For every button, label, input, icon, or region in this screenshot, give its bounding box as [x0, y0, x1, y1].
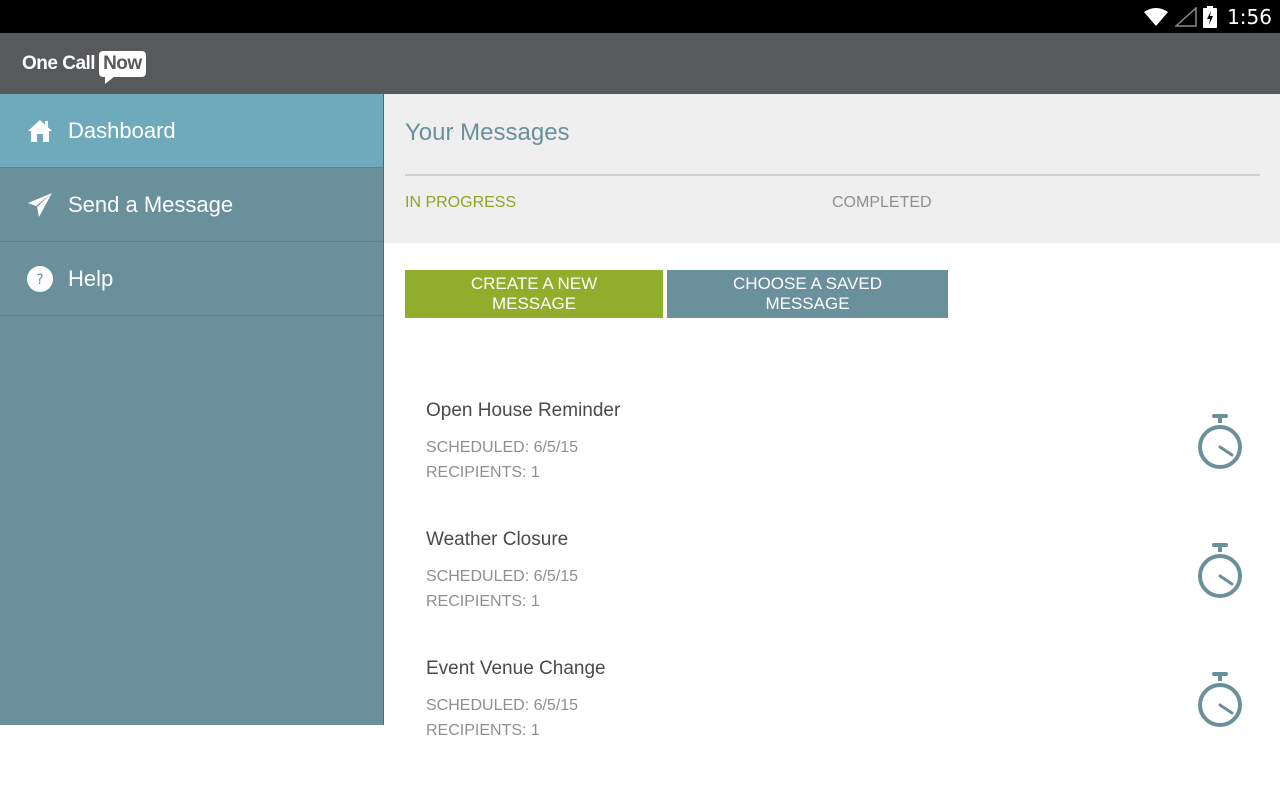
paper-plane-icon — [26, 191, 54, 219]
status-clock: 1:56 — [1227, 4, 1272, 29]
message-title: Open House Reminder — [426, 400, 621, 421]
message-scheduled: SCHEDULED: 6/5/15 — [426, 439, 579, 456]
header-divider — [405, 174, 1260, 176]
choose-saved-message-button[interactable]: CHOOSE A SAVED MESSAGE — [667, 270, 948, 318]
stopwatch-icon — [1196, 414, 1244, 472]
help-icon: ? — [26, 265, 54, 293]
main-content: Your Messages IN PROGRESS COMPLETED CREA… — [383, 94, 1280, 739]
sidebar-item-label: Help — [68, 265, 114, 291]
message-recipients: RECIPIENTS: 1 — [426, 464, 540, 481]
sidebar-item-label: Send a Message — [68, 191, 234, 217]
message-title: Event Venue Change — [426, 658, 606, 679]
message-list: Open House Reminder SCHEDULED: 6/5/15 RE… — [426, 400, 1244, 787]
messages-header: Your Messages IN PROGRESS COMPLETED — [384, 94, 1280, 243]
stopwatch-icon — [1196, 543, 1244, 601]
logo-text: One Call — [22, 52, 96, 74]
tab-in-progress[interactable]: IN PROGRESS — [405, 194, 516, 212]
message-title: Weather Closure — [426, 529, 569, 550]
one-call-now-logo: One Call Now — [22, 50, 146, 84]
stopwatch-icon — [1196, 672, 1244, 730]
create-new-message-button[interactable]: CREATE A NEW MESSAGE — [405, 270, 663, 318]
sidebar-item-send-message[interactable]: Send a Message — [0, 168, 383, 242]
tab-completed[interactable]: COMPLETED — [832, 194, 932, 212]
svg-text:?: ? — [36, 272, 43, 288]
action-buttons: CREATE A NEW MESSAGE CHOOSE A SAVED MESS… — [405, 270, 948, 318]
message-list-item[interactable]: Weather Closure SCHEDULED: 6/5/15 RECIPI… — [426, 529, 1244, 658]
message-list-item[interactable]: Event Venue Change SCHEDULED: 6/5/15 REC… — [426, 658, 1244, 787]
message-scheduled: SCHEDULED: 6/5/15 — [426, 697, 579, 714]
cell-signal-icon — [1175, 6, 1197, 27]
wifi-icon — [1143, 7, 1169, 27]
app-bar: One Call Now — [0, 33, 1280, 94]
sidebar-item-dashboard[interactable]: Dashboard — [0, 94, 383, 168]
status-bar: 1:56 — [0, 0, 1280, 33]
home-icon — [26, 117, 54, 145]
sidebar-item-help[interactable]: ? Help — [0, 242, 383, 316]
sidebar: Dashboard Send a Message ? Help — [0, 94, 383, 725]
page-title: Your Messages — [405, 119, 570, 146]
sidebar-item-label: Dashboard — [68, 117, 176, 143]
message-list-item[interactable]: Open House Reminder SCHEDULED: 6/5/15 RE… — [426, 400, 1244, 529]
message-scheduled: SCHEDULED: 6/5/15 — [426, 568, 579, 585]
battery-charging-icon — [1203, 5, 1218, 28]
logo-bubble: Now — [99, 50, 146, 84]
message-recipients: RECIPIENTS: 1 — [426, 593, 540, 610]
